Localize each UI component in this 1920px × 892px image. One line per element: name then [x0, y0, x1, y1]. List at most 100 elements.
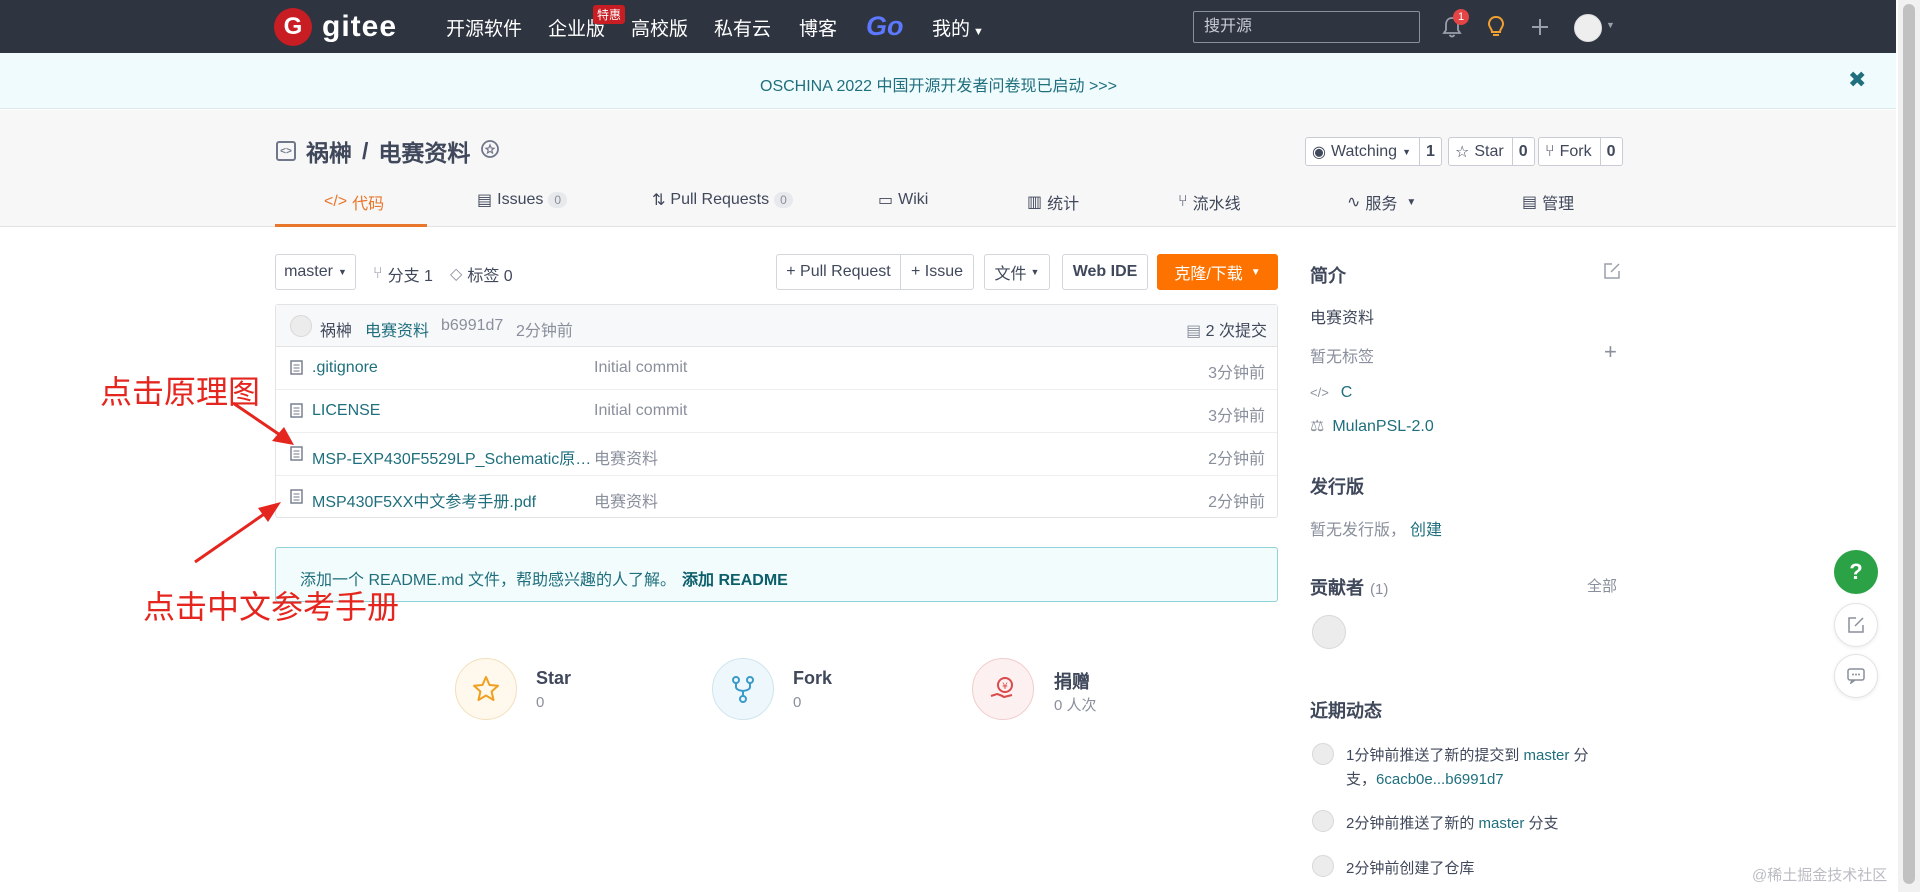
star-stat-icon[interactable]	[455, 658, 517, 720]
file-name[interactable]: MSP430F5XX中文参考手册.pdf	[312, 488, 598, 512]
activity-avatar[interactable]	[1312, 810, 1334, 832]
repo-owner[interactable]: 祸榊	[306, 134, 352, 168]
license-item[interactable]: ⚖ MulanPSL-2.0	[1310, 416, 1434, 436]
help-question-icon[interactable]: ?	[1834, 550, 1878, 594]
close-icon[interactable]: ✖	[1848, 67, 1866, 93]
add-tag-icon[interactable]: +	[1604, 341, 1617, 363]
nav-open-source[interactable]: 开源软件	[446, 14, 522, 41]
clone-download-button[interactable]: 克隆/下载 ▼	[1157, 254, 1278, 290]
commit-author[interactable]: 祸榊	[320, 317, 352, 341]
watch-button[interactable]: ◉ Watching ▼ 1	[1305, 137, 1442, 166]
release-info: 暂无发行版， 创建	[1310, 516, 1442, 540]
watch-count[interactable]: 1	[1419, 138, 1441, 165]
activity-avatar[interactable]	[1312, 855, 1334, 877]
file-icon	[290, 360, 303, 380]
promo-badge: 特惠	[593, 5, 626, 24]
watermark: @稀土掘金技术社区	[1752, 867, 1888, 884]
tab-manage-label: 管理	[1542, 196, 1575, 213]
chevron-down-icon[interactable]: ▼	[1606, 20, 1615, 30]
activity-text: 1分钟前推送了新的提交到	[1346, 747, 1520, 764]
tab-stats[interactable]: ▥ 统计	[1027, 190, 1079, 214]
pipeline-icon: ⑂	[1178, 193, 1188, 210]
nav-university[interactable]: 高校版	[631, 14, 688, 41]
scrollbar-thumb[interactable]	[1903, 4, 1915, 884]
file-menu-button[interactable]: 文件 ▼	[984, 254, 1050, 290]
fork-stat-value: 0	[793, 694, 802, 711]
edit-icon[interactable]	[1603, 262, 1621, 285]
banner-link[interactable]: OSCHINA 2022 中国开源开发者问卷现已启动 >>>	[760, 72, 1117, 96]
commit-hash[interactable]: b6991d7	[441, 317, 503, 335]
repo-title: <> 祸榊 / 电赛资料	[276, 134, 470, 168]
new-issue-button[interactable]: + Issue	[900, 254, 974, 290]
table-row[interactable]: MSP-EXP430F5529LP_Schematic原理图... 电赛资料 2…	[276, 433, 1277, 476]
table-row[interactable]: .gitignore Initial commit 3分钟前	[276, 347, 1277, 390]
pull-request-button[interactable]: + Pull Request	[776, 254, 901, 290]
activity-avatar[interactable]	[1312, 743, 1334, 765]
add-readme-link[interactable]: 添加 README	[682, 572, 788, 589]
fork-count[interactable]: 0	[1599, 138, 1622, 165]
search-input[interactable]	[1193, 11, 1420, 43]
donate-stat-icon[interactable]: ¥	[972, 658, 1034, 720]
activity-branch-link[interactable]: master	[1524, 747, 1570, 764]
lightbulb-icon[interactable]	[1481, 12, 1511, 42]
tab-services[interactable]: ∿ 服务 ▼	[1347, 190, 1416, 214]
fork-stat-icon[interactable]	[712, 658, 774, 720]
create-release-link[interactable]: 创建	[1410, 522, 1442, 539]
star-button[interactable]: ☆ Star 0	[1448, 137, 1535, 166]
contributor-avatar[interactable]	[1312, 615, 1346, 649]
watch-label: Watching	[1330, 142, 1398, 160]
branch-select[interactable]: master ▼	[275, 254, 356, 290]
branches-link[interactable]: ⑂ 分支 1	[373, 262, 433, 286]
go-logo[interactable]: Go	[866, 11, 904, 42]
file-name[interactable]: MSP-EXP430F5529LP_Schematic原理图...	[312, 445, 598, 469]
top-navbar: G gitee 开源软件 企业版 特惠 高校版 私有云 博客 Go 我的▼ 1 …	[0, 0, 1896, 53]
chat-icon[interactable]	[1834, 654, 1878, 698]
tab-pull-requests[interactable]: ⇅ Pull Requests 0	[652, 190, 793, 210]
code-icon: </>	[1310, 385, 1329, 400]
tab-code[interactable]: </> 代码	[324, 190, 384, 214]
tab-manage[interactable]: ▤ 管理	[1522, 190, 1574, 214]
commit-count-link[interactable]: ▤ 2 次提交	[1186, 317, 1267, 341]
activity-commit-range-link[interactable]: 6cacb0e...b6991d7	[1376, 771, 1504, 788]
file-commit-message[interactable]: 电赛资料	[594, 488, 658, 512]
svg-text:¥: ¥	[1002, 682, 1008, 692]
author-avatar[interactable]	[290, 315, 312, 337]
file-name[interactable]: .gitignore	[312, 359, 598, 377]
file-commit-message[interactable]: 电赛资料	[594, 445, 658, 469]
repo-name[interactable]: 电赛资料	[378, 134, 470, 168]
page-scrollbar[interactable]	[1898, 0, 1920, 892]
contributors-count: (1)	[1370, 581, 1389, 598]
plus-icon[interactable]	[1525, 12, 1555, 42]
fork-button[interactable]: ⑂ Fork 0	[1538, 137, 1623, 166]
gitee-logo[interactable]: G gitee	[274, 8, 397, 46]
star-label: Star	[1474, 142, 1504, 160]
feedback-edit-icon[interactable]	[1834, 603, 1878, 647]
award-icon[interactable]	[478, 138, 502, 167]
nav-blog[interactable]: 博客	[799, 14, 837, 41]
star-count[interactable]: 0	[1511, 138, 1534, 165]
code-repo-icon: <>	[276, 141, 296, 161]
file-icon	[290, 489, 303, 509]
web-ide-button[interactable]: Web IDE	[1062, 254, 1148, 290]
tab-wiki[interactable]: ▭ Wiki	[878, 190, 928, 210]
tags-link[interactable]: ◇ 标签 0	[450, 262, 513, 286]
nav-mine[interactable]: 我的 ▼	[932, 14, 984, 41]
nav-private-cloud[interactable]: 私有云	[714, 14, 771, 41]
tab-issues[interactable]: ▤ Issues 0	[477, 190, 568, 210]
file-commit-message[interactable]: Initial commit	[594, 402, 687, 420]
file-commit-message[interactable]: Initial commit	[594, 359, 687, 377]
commit-message[interactable]: 电赛资料	[365, 317, 429, 341]
notification-badge: 1	[1453, 9, 1469, 25]
file-name[interactable]: LICENSE	[312, 402, 598, 420]
eye-icon: ◉	[1312, 143, 1326, 161]
gitee-logo-icon: G	[274, 8, 312, 46]
tab-pipeline[interactable]: ⑂ 流水线	[1178, 190, 1241, 214]
user-avatar[interactable]	[1574, 14, 1602, 42]
activity-branch-link[interactable]: master	[1479, 815, 1525, 832]
table-row[interactable]: MSP430F5XX中文参考手册.pdf 电赛资料 2分钟前	[276, 476, 1277, 519]
commit-time: 2分钟前	[516, 323, 573, 340]
contributors-all-link[interactable]: 全部	[1587, 575, 1617, 596]
language-item[interactable]: </> C	[1310, 384, 1352, 402]
bar-chart-icon: ▥	[1027, 194, 1043, 211]
table-row[interactable]: LICENSE Initial commit 3分钟前	[276, 390, 1277, 433]
